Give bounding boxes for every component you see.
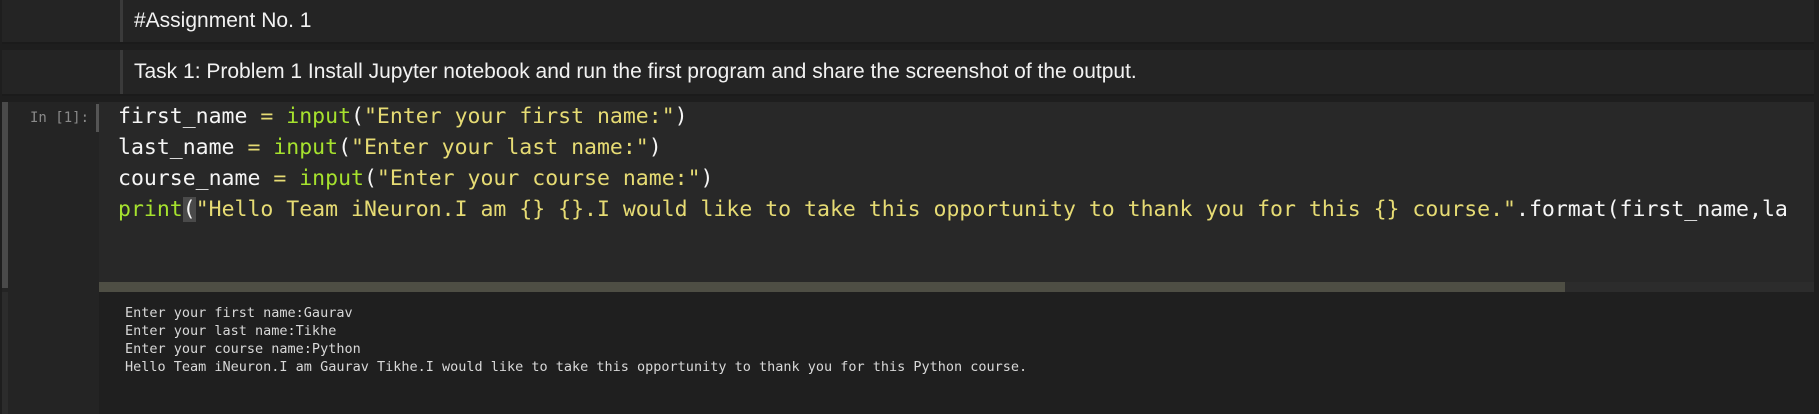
code-line: last_name = input("Enter your last name:… [118, 135, 662, 160]
code-paren: ( [351, 104, 364, 129]
code-builtin: print [118, 197, 183, 222]
output-collapse-bar[interactable] [2, 292, 8, 414]
output-line: Enter your course name:Python [125, 341, 361, 357]
code-variable: first_name [118, 104, 248, 129]
cell-selection-bar [2, 102, 8, 288]
code-paren: ( [338, 135, 352, 160]
markdown-cell-task[interactable]: Task 1: Problem 1 Install Jupyter notebo… [2, 50, 1814, 96]
code-paren: ) [674, 104, 688, 129]
output-line: Enter your last name:Tikhe [125, 323, 337, 339]
code-string: "Enter your course name:" [376, 166, 701, 191]
code-line: first_name = input("Enter your first nam… [118, 104, 688, 129]
code-paren: ) [700, 166, 714, 191]
markdown-cell-title[interactable]: #Assignment No. 1 [2, 0, 1814, 44]
code-cursor-paren: ( [182, 197, 196, 222]
horizontal-scrollbar[interactable] [99, 282, 1814, 292]
code-line: course_name = input("Enter your course n… [118, 166, 713, 191]
scrollbar-thumb[interactable] [99, 282, 1565, 292]
output-area: Enter your first name:Gaurav Enter your … [99, 292, 1814, 414]
code-operator: = [247, 104, 287, 129]
output-line: Hello Team iNeuron.I am Gaurav Tikhe.I w… [125, 359, 1028, 375]
code-line: print("Hello Team iNeuron.I am {} {}.I w… [118, 197, 1788, 222]
code-variable: last_name [118, 135, 235, 160]
input-prompt: In [1]: [30, 110, 90, 126]
code-paren: ) [648, 135, 662, 160]
markdown-title-text: #Assignment No. 1 [120, 0, 1814, 42]
code-operator: = [260, 166, 300, 191]
code-paren: ( [363, 166, 377, 191]
code-function: input [273, 135, 339, 160]
code-cell[interactable]: In [1]: first_name = input("Enter your f… [2, 102, 1814, 414]
code-string: "Enter your first name:" [363, 104, 675, 129]
code-function: input [286, 104, 352, 129]
output-line: Enter your first name:Gaurav [125, 305, 353, 321]
code-operator: = [234, 135, 274, 160]
code-method-call: .format(first_name,la [1516, 197, 1788, 222]
code-variable: course_name [118, 166, 261, 191]
code-editor[interactable]: first_name = input("Enter your first nam… [99, 102, 1814, 288]
markdown-task-text: Task 1: Problem 1 Install Jupyter notebo… [120, 50, 1814, 94]
code-string: "Enter your last name:" [351, 135, 649, 160]
code-string: "Hello Team iNeuron.I am {} {}.I would l… [195, 197, 1516, 222]
code-function: input [299, 166, 364, 191]
